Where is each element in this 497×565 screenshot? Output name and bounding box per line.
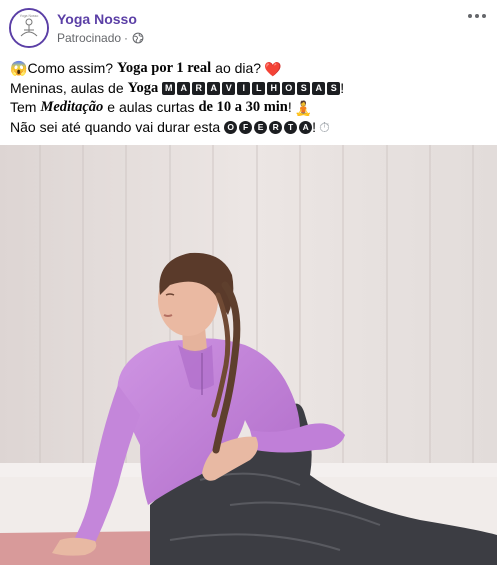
boxed-letter: V — [222, 81, 236, 95]
boxed-letter: S — [297, 81, 311, 95]
circled-letter: F — [239, 120, 253, 134]
line-text: ! — [312, 118, 317, 135]
circled-letter: E — [254, 120, 268, 134]
circled-word: O F E R T A — [224, 120, 313, 134]
boxed-letter: R — [192, 81, 206, 95]
scream-emoji-icon: 😱 — [10, 60, 28, 76]
post-line-1: 😱 Como assim? Yoga por 1 real ao dia? ❤️ — [10, 59, 490, 79]
more-dot — [468, 14, 472, 18]
more-dot — [482, 14, 486, 18]
boxed-letter: H — [267, 81, 281, 95]
page-name[interactable]: Yoga Nosso — [57, 11, 137, 27]
boxed-letter: A — [312, 81, 326, 95]
page-avatar[interactable]: Yoga Nosso — [9, 8, 49, 48]
post-meta: Patrocinado · — [57, 31, 144, 45]
meditation-emoji-icon: 🧘 — [294, 99, 313, 116]
line-text: ! — [340, 79, 345, 96]
circled-letter: R — [269, 120, 283, 134]
post-text: 😱 Como assim? Yoga por 1 real ao dia? ❤️… — [10, 59, 490, 137]
post-header: Yoga Nosso Yoga Nosso Patrocinado · — [0, 0, 497, 58]
more-options-button[interactable] — [465, 6, 489, 26]
boxed-letter: S — [327, 81, 341, 95]
boxed-letter: M — [162, 81, 176, 95]
boxed-letter: L — [252, 81, 266, 95]
sponsored-label[interactable]: Patrocinado — [57, 31, 121, 45]
line-text: e aulas curtas — [107, 99, 195, 115]
line-text: ! — [287, 99, 292, 115]
circled-letter: A — [299, 120, 313, 134]
line-bold: de 10 a 30 min — [198, 99, 288, 115]
post-line-2: Meninas, aulas de Yoga M A R A V I L H O… — [10, 79, 490, 99]
line-text: Tem — [10, 99, 37, 115]
line-text: Meninas, aulas de — [10, 79, 124, 96]
line-bold: Yoga — [127, 79, 159, 96]
heart-emoji-icon: ❤️ — [264, 60, 282, 77]
line-text: ao dia? — [215, 60, 262, 76]
boxed-letter: I — [237, 81, 251, 95]
stopwatch-emoji-icon: ⏱ — [319, 119, 330, 136]
post-image[interactable] — [0, 145, 497, 565]
boxed-letter: A — [177, 81, 191, 95]
line-italic-bold: Meditação — [40, 99, 104, 115]
line-text: Como assim? — [27, 60, 114, 76]
globe-icon[interactable] — [132, 32, 144, 44]
post-line-4: Não sei até quando vai durar esta O F E … — [10, 118, 490, 138]
post-line-3: Tem Meditação e aulas curtas de 10 a 30 … — [10, 98, 490, 118]
meta-separator: · — [124, 31, 129, 45]
circled-letter: T — [284, 120, 298, 134]
line-bold: Yoga por 1 real — [117, 60, 212, 76]
circled-letter: O — [224, 120, 238, 134]
boxed-word: M A R A V I L H O S A S — [162, 81, 341, 95]
svg-text:Yoga Nosso: Yoga Nosso — [20, 14, 39, 18]
more-dot — [475, 14, 479, 18]
boxed-letter: O — [282, 81, 296, 95]
yoga-photo — [0, 145, 497, 565]
yoga-logo-icon: Yoga Nosso — [11, 10, 47, 46]
line-text: Não sei até quando vai durar esta — [10, 118, 221, 135]
boxed-letter: A — [207, 81, 221, 95]
